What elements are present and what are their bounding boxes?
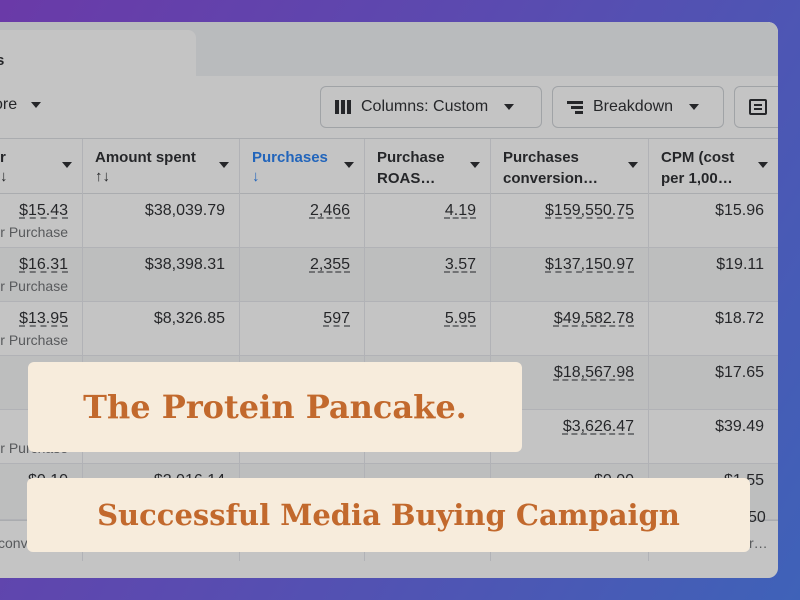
spent-cell: $8,326.85 (82, 302, 239, 356)
column-header-cpm[interactable]: CPM (cost per 1,00… (648, 139, 778, 195)
chevron-down-icon (31, 102, 42, 108)
chevron-down-icon[interactable] (628, 162, 638, 168)
conversion-value-cell[interactable]: $137,150.97 (490, 248, 648, 302)
tab-label: s (0, 52, 5, 69)
column-header-label: Amount spent (95, 149, 196, 166)
cost-cell[interactable]: $13.95 r Purchase (0, 302, 82, 356)
banner-title: The Protein Pancake. (83, 388, 467, 426)
breakdown-icon (567, 100, 583, 114)
table-row[interactable]: $13.95 r Purchase $8,326.85 597 5.95 $49,… (0, 302, 778, 356)
column-header-purchase-roas[interactable]: Purchase ROAS… (364, 139, 490, 195)
table-row[interactable]: $15.43 r Purchase $38,039.79 2,466 4.19 $… (0, 194, 778, 248)
column-header-purchases[interactable]: Purchases ↓ (239, 139, 364, 195)
reports-icon (749, 99, 767, 115)
column-header-cost-per-result[interactable]: r ↓ (0, 139, 82, 195)
chevron-down-icon (689, 104, 700, 110)
columns-button[interactable]: Columns: Custom (320, 86, 542, 128)
breakdown-button[interactable]: Breakdown (552, 86, 724, 128)
chevron-down-icon[interactable] (344, 162, 354, 168)
spent-cell: $38,039.79 (82, 194, 239, 248)
spent-cell: $38,398.31 (82, 248, 239, 302)
sort-both-icon[interactable]: ↑↓ (95, 168, 227, 185)
cpm-cell: $17.65 (648, 356, 778, 410)
purchases-cell[interactable]: 2,466 (239, 194, 364, 248)
more-button[interactable]: ore (0, 96, 42, 114)
sort-down-icon[interactable]: ↓ (0, 168, 70, 185)
roas-cell[interactable]: 3.57 (364, 248, 490, 302)
cost-cell[interactable]: $15.43 r Purchase (0, 194, 82, 248)
tab-strip: s (0, 22, 778, 76)
chevron-down-icon[interactable] (62, 162, 72, 168)
column-header-label: Purchases (252, 149, 328, 166)
roas-cell[interactable]: 4.19 (364, 194, 490, 248)
columns-label: Columns: Custom (361, 98, 489, 115)
cpm-cell: $15.96 (648, 194, 778, 248)
cost-cell[interactable]: $16.31 r Purchase (0, 248, 82, 302)
tab-active[interactable]: s (0, 30, 196, 76)
breakdown-label: Breakdown (593, 98, 674, 115)
sort-down-icon[interactable]: ↓ (252, 168, 352, 185)
cpm-cell: $19.11 (648, 248, 778, 302)
column-header-label: r (0, 149, 6, 166)
cpm-cell: $18.72 (648, 302, 778, 356)
column-header-label: CPM (cost per 1,00… (661, 149, 735, 187)
banner-subtitle: Successful Media Buying Campaign (97, 498, 680, 532)
purchases-cell[interactable]: 2,355 (239, 248, 364, 302)
chevron-down-icon (504, 104, 515, 110)
conversion-value-cell[interactable]: $49,582.78 (490, 302, 648, 356)
toolbar: ore Columns: Custom Breakdown (0, 76, 778, 138)
roas-cell[interactable]: 5.95 (364, 302, 490, 356)
table-header: r ↓ Amount spent ↑↓ Purchases ↓ Purchase… (0, 138, 778, 195)
column-header-label: Purchase ROAS… (377, 149, 445, 187)
column-header-conversion-value[interactable]: Purchases conversion… (490, 139, 648, 195)
title-banner: The Protein Pancake. (28, 362, 522, 452)
conversion-value-cell[interactable]: $159,550.75 (490, 194, 648, 248)
subtitle-banner: Successful Media Buying Campaign (27, 478, 750, 552)
cpm-cell: $39.49 (648, 410, 778, 464)
reports-button[interactable] (734, 86, 778, 128)
footer-cpm-value: 50 (748, 509, 766, 526)
column-header-label: Purchases conversion… (503, 149, 599, 187)
columns-icon (335, 100, 351, 114)
chevron-down-icon[interactable] (758, 162, 768, 168)
table-row[interactable]: $16.31 r Purchase $38,398.31 2,355 3.57 $… (0, 248, 778, 302)
purchases-cell[interactable]: 597 (239, 302, 364, 356)
chevron-down-icon[interactable] (219, 162, 229, 168)
column-header-amount-spent[interactable]: Amount spent ↑↓ (82, 139, 239, 195)
chevron-down-icon[interactable] (470, 162, 480, 168)
more-label: ore (0, 96, 18, 113)
